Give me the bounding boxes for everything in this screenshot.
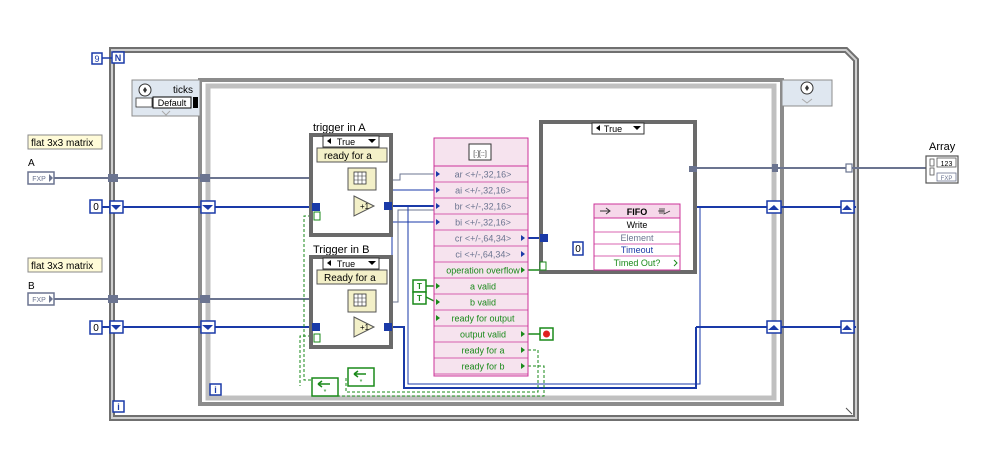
b-const-text: 0	[93, 323, 99, 334]
case-b-selector-text: True	[337, 259, 355, 269]
block-diagram: 9 N i ticks Default i flat 3x3 matrix A …	[27, 47, 959, 421]
fifo-term-timeout: Timeout	[621, 245, 654, 255]
case-out-select-terminal	[539, 261, 547, 271]
case-out-tunnel-in	[540, 234, 548, 242]
iteration-terminal-label: i	[117, 402, 120, 412]
timeout-const-text: 0	[575, 244, 581, 255]
case-a-select-terminal	[313, 211, 321, 221]
timing-source-value-text: Default	[158, 98, 187, 108]
case-a-increment-text: +1	[360, 202, 370, 211]
index-array-icon	[353, 171, 367, 185]
case-a-selector-text: True	[337, 137, 355, 147]
fifo-title: FIFO	[627, 207, 648, 217]
complex-node-terminal-label: br <+/-,32,16>	[455, 202, 512, 212]
complex-node-terminal-label: ready for b	[461, 362, 504, 372]
complex-node-terminal-label: ready for a	[461, 346, 504, 356]
timed-loop-iteration-label: i	[214, 385, 217, 395]
b-control-name: B	[28, 281, 35, 292]
b-control-type: FXP	[32, 297, 46, 304]
a-const-text: 0	[93, 202, 99, 213]
complex-node-terminal-label: ready for output	[451, 314, 515, 324]
array-indicator-label: Array	[929, 141, 956, 153]
fifo-term-timed-out: Timed Out?	[614, 258, 661, 268]
case-b-property-text: Ready for a	[324, 273, 376, 284]
case-a-property-text: ready for a	[324, 151, 372, 162]
ip-core-icon-glyph: [:][::]	[473, 151, 487, 158]
a-control-type: FXP	[32, 176, 46, 183]
feedback-asterisk-icon-2: *	[360, 379, 363, 386]
complex-node-terminal-label: b valid	[470, 298, 496, 308]
case-a-tunnel-in	[312, 203, 320, 211]
complex-node-terminal-label: ci <+/-,64,34>	[455, 250, 510, 260]
led-icon	[543, 330, 550, 338]
case-structure-a[interactable]: True ready for a +1	[309, 133, 393, 237]
count-terminal-label: N	[115, 53, 122, 63]
complex-node-terminal-label: operation overflow	[446, 266, 520, 276]
timing-source-scrollbar	[193, 97, 198, 108]
loop-count-text: 9	[94, 54, 99, 64]
complex-node-terminal-label: a valid	[470, 282, 496, 292]
fifo-method: Write	[627, 220, 648, 230]
case-b-tunnel-in	[312, 323, 320, 331]
case-structure-b[interactable]: True Ready for a +1	[309, 255, 393, 349]
case-b-label: Trigger in B	[313, 244, 369, 256]
case-out-selector-text: True	[604, 124, 622, 134]
a-control-name: A	[28, 158, 35, 169]
array-type: FXP	[941, 176, 953, 182]
array-indicator[interactable]: 123 FXP	[925, 155, 959, 184]
complex-node-terminal-label: cr <+/-,64,34>	[455, 234, 511, 244]
complex-node-terminal-label: ar <+/-,32,16>	[455, 170, 512, 180]
complex-node-terminal-label: ai <+/-,32,16>	[455, 186, 511, 196]
complex-node-terminal-label: output valid	[460, 330, 506, 340]
timed-loop-output-node[interactable]	[781, 79, 833, 107]
b-comment-text: flat 3x3 matrix	[31, 261, 93, 272]
case-a-tunnel-out	[384, 202, 392, 210]
timing-source-label: ticks	[173, 85, 193, 96]
case-b-increment-text: +1	[360, 323, 370, 332]
case-a-label: trigger in A	[313, 122, 366, 134]
fifo-write-node[interactable]: FIFO Write Element Timeout Timed Out?	[593, 203, 681, 271]
case-b-tunnel-out	[384, 323, 392, 331]
true-constant-b-text: T	[417, 294, 422, 303]
case-b-select-terminal	[313, 333, 321, 343]
timed-loop-input-node[interactable]: ticks Default	[131, 79, 201, 117]
index-array-icon-b	[353, 293, 367, 307]
true-constant-a-text: T	[417, 282, 422, 291]
timing-source-icon	[135, 97, 153, 108]
complex-node-terminal-label: bi <+/-,32,16>	[455, 218, 511, 228]
feedback-asterisk-icon: *	[324, 389, 327, 396]
case-out-tunnel-out	[689, 166, 697, 172]
a-comment-text: flat 3x3 matrix	[31, 138, 93, 149]
array-badge: 123	[941, 161, 953, 168]
fifo-term-element: Element	[620, 233, 654, 243]
